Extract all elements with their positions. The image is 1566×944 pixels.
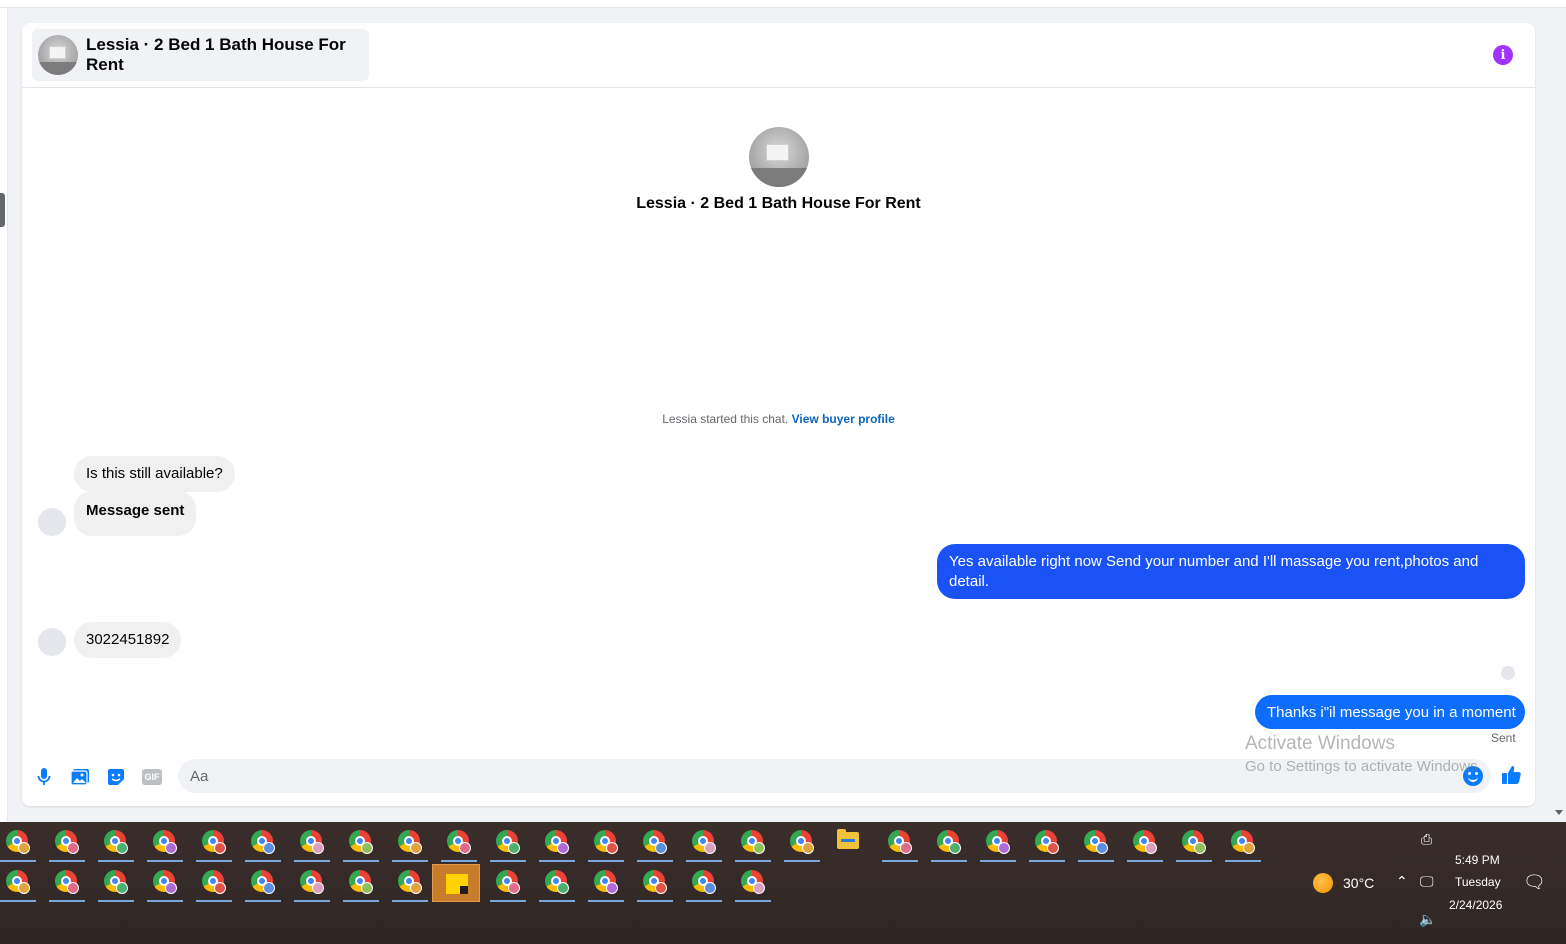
chrome-profile-icon[interactable]: [1078, 824, 1114, 862]
read-receipt-avatar: [1501, 666, 1515, 680]
left-sidebar-edge: [0, 8, 8, 822]
sidebar-collapse-handle[interactable]: [0, 193, 5, 227]
page-scrollbar[interactable]: [1552, 8, 1566, 822]
message-incoming[interactable]: Message sent: [74, 491, 197, 536]
conversation-title: Lessia · 2 Bed 1 Bath House For Rent: [86, 35, 346, 74]
message-incoming[interactable]: 3022451892: [74, 622, 182, 658]
sticker-icon[interactable]: [105, 766, 127, 788]
microphone-icon[interactable]: [33, 766, 55, 788]
message-status: Sent: [1491, 731, 1516, 745]
chrome-profile-icon[interactable]: [686, 824, 722, 862]
chrome-profile-icon[interactable]: [441, 824, 477, 862]
file-explorer-icon[interactable]: [837, 829, 859, 849]
clock-date[interactable]: 2/24/2026: [1449, 898, 1502, 912]
chrome-profile-icon[interactable]: [98, 864, 134, 902]
chrome-profile-icon[interactable]: [490, 864, 526, 902]
chevron-up-icon[interactable]: ⌃: [1396, 874, 1408, 890]
conversation-title-chip[interactable]: Lessia · 2 Bed 1 Bath House For Rent: [32, 29, 369, 81]
message-outgoing[interactable]: Yes available right now Send your number…: [937, 544, 1525, 599]
chrome-profile-icon[interactable]: [490, 824, 526, 862]
chrome-profile-icon[interactable]: [294, 864, 330, 902]
chrome-profile-icon[interactable]: [637, 824, 673, 862]
chrome-profile-icon[interactable]: [784, 824, 820, 862]
chrome-profile-icon[interactable]: [49, 864, 85, 902]
chrome-profile-icon[interactable]: [49, 824, 85, 862]
chrome-profile-icon[interactable]: [147, 864, 183, 902]
gif-label: GIF: [142, 769, 162, 785]
chrome-profile-icon[interactable]: [686, 864, 722, 902]
chrome-profile-icon[interactable]: [98, 824, 134, 862]
like-icon[interactable]: [1500, 763, 1524, 787]
intro-listing-thumbnail: [749, 127, 809, 187]
chrome-profile-icon[interactable]: [392, 824, 428, 862]
info-icon[interactable]: i: [1493, 45, 1513, 65]
sticky-notes-icon[interactable]: [432, 864, 480, 902]
volume-icon[interactable]: 🔈: [1419, 912, 1436, 928]
photo-icon[interactable]: [69, 766, 91, 788]
chrome-profile-icon[interactable]: [245, 824, 281, 862]
meet-now-icon[interactable]: ⎙: [1421, 832, 1432, 848]
activate-windows-watermark: Activate Windows: [1245, 733, 1395, 754]
windows-taskbar: ⎙ 30°C ⌃ 🖵 🔈 5:49 PM Tuesday 2/24/2026 🗨: [0, 822, 1566, 944]
chrome-profile-icon[interactable]: [245, 864, 281, 902]
chat-panel: Lessia · 2 Bed 1 Bath House For Rent i L…: [22, 23, 1535, 806]
chrome-profile-icon[interactable]: [392, 864, 428, 902]
chrome-profile-icon[interactable]: [343, 824, 379, 862]
chrome-profile-icon[interactable]: [0, 864, 36, 902]
notifications-icon[interactable]: 🗨: [1523, 872, 1546, 893]
message-outgoing[interactable]: Thanks i"il message you in a moment: [1255, 695, 1525, 729]
weather-icon[interactable]: [1313, 873, 1333, 893]
clock-day[interactable]: Tuesday: [1455, 875, 1501, 889]
chrome-profile-icon[interactable]: [735, 824, 771, 862]
chrome-profile-icon[interactable]: [882, 824, 918, 862]
temperature[interactable]: 30°C: [1343, 875, 1374, 891]
chat-header: Lessia · 2 Bed 1 Bath House For Rent i: [22, 23, 1535, 88]
chrome-profile-icon[interactable]: [196, 864, 232, 902]
chrome-profile-icon[interactable]: [637, 864, 673, 902]
chat-started-notice: Lessia started this chat. View buyer pro…: [22, 412, 1535, 426]
listing-thumbnail: [38, 35, 78, 75]
chrome-profile-icon[interactable]: [1029, 824, 1065, 862]
chrome-profile-icon[interactable]: [931, 824, 967, 862]
chrome-profile-icon[interactable]: [343, 864, 379, 902]
activate-windows-hint: Go to Settings to activate Windows.: [1245, 758, 1482, 775]
scroll-down-arrow-icon[interactable]: [1555, 810, 1563, 815]
browser-top-strip: [0, 0, 1566, 8]
view-buyer-profile-link[interactable]: View buyer profile: [792, 412, 895, 426]
intro-title: Lessia · 2 Bed 1 Bath House For Rent: [636, 195, 921, 212]
chrome-profile-icon[interactable]: [1225, 824, 1261, 862]
chrome-profile-icon[interactable]: [0, 824, 36, 862]
sender-avatar: [38, 508, 66, 536]
message-incoming[interactable]: Is this still available?: [74, 456, 235, 492]
sender-avatar: [38, 628, 66, 656]
chrome-profile-icon[interactable]: [539, 864, 575, 902]
chrome-profile-icon[interactable]: [196, 824, 232, 862]
chrome-profile-icon[interactable]: [588, 864, 624, 902]
clock-time[interactable]: 5:49 PM: [1455, 853, 1500, 867]
chrome-profile-icon[interactable]: [1127, 824, 1163, 862]
chrome-profile-icon[interactable]: [1176, 824, 1212, 862]
chrome-profile-icon[interactable]: [294, 824, 330, 862]
chrome-profile-icon[interactable]: [735, 864, 771, 902]
chrome-profile-icon[interactable]: [539, 824, 575, 862]
network-icon[interactable]: 🖵: [1420, 874, 1434, 890]
chrome-profile-icon[interactable]: [980, 824, 1016, 862]
chrome-profile-icon[interactable]: [588, 824, 624, 862]
started-text: Lessia started this chat.: [662, 412, 789, 426]
chrome-profile-icon[interactable]: [147, 824, 183, 862]
gif-icon[interactable]: GIF: [141, 766, 163, 788]
